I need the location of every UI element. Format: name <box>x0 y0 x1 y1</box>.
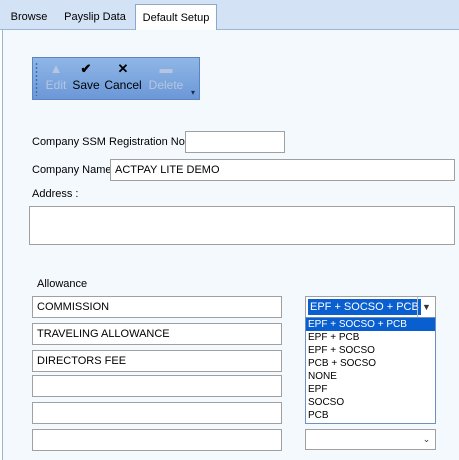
dropdown-option[interactable]: EPF <box>306 383 435 396</box>
save-button[interactable]: ✔ Save <box>71 60 101 98</box>
dropdown-option[interactable]: PCB <box>306 409 435 422</box>
delete-label: Delete <box>148 78 184 92</box>
toolbar: ▲ Edit ✔ Save ✕ Cancel ▬ Delete ▾ <box>32 57 200 100</box>
delete-button[interactable]: ▬ Delete <box>147 60 185 98</box>
toolbar-overflow-icon[interactable]: ▾ <box>188 88 198 98</box>
allowance-type-select[interactable]: ⌄ <box>305 429 436 450</box>
allowance-name-input[interactable]: DIRECTORS FEE <box>32 350 282 372</box>
edit-label: Edit <box>45 78 67 92</box>
dropdown-option[interactable]: PCB + SOCSO <box>306 357 435 370</box>
allowance-name-input[interactable] <box>32 429 282 451</box>
address-label: Address : <box>32 188 79 200</box>
dropdown-option[interactable]: NONE <box>306 370 435 383</box>
dropdown-option[interactable]: EPF + SOCSO <box>306 344 435 357</box>
cancel-button[interactable]: ✕ Cancel <box>104 60 142 98</box>
allowance-name-input[interactable]: TRAVELING ALLOWANCE <box>32 323 282 345</box>
allowance-type-select[interactable]: EPF + SOCSO + PCB ▼ <box>305 296 436 318</box>
allowance-type-value <box>308 432 312 448</box>
toolbar-grip[interactable] <box>35 62 38 96</box>
cancel-label: Cancel <box>104 78 142 92</box>
tab-payslip-data[interactable]: Payslip Data <box>58 6 132 30</box>
tab-bar: Browse Payslip Data Default Setup <box>0 0 459 31</box>
company-name-label: Company Name <box>32 164 112 176</box>
ssm-label: Company SSM Registration No. <box>32 136 188 148</box>
dropdown-option[interactable]: EPF + PCB <box>306 331 435 344</box>
tab-default-setup[interactable]: Default Setup <box>135 4 217 31</box>
allowance-type-value: EPF + SOCSO + PCB <box>308 299 421 315</box>
address-input[interactable] <box>29 206 455 245</box>
ssm-registration-input[interactable] <box>185 131 285 153</box>
dropdown-option[interactable]: EPF + SOCSO + PCB <box>306 318 435 331</box>
tab-browse[interactable]: Browse <box>4 6 54 30</box>
allowance-name-input[interactable] <box>32 402 282 424</box>
allowance-name-input[interactable] <box>32 375 282 397</box>
chevron-down-icon[interactable]: ▼ <box>417 297 435 317</box>
dropdown-option[interactable]: SOCSO <box>306 396 435 409</box>
company-name-input[interactable]: ACTPAY LITE DEMO <box>110 159 455 181</box>
minus-icon: ▬ <box>159 61 173 76</box>
allowance-title: Allowance <box>37 278 88 290</box>
close-icon: ✕ <box>117 61 129 76</box>
save-label: Save <box>72 78 100 92</box>
checkmark-icon: ✔ <box>80 61 92 76</box>
edit-button[interactable]: ▲ Edit <box>43 60 69 98</box>
allowance-type-dropdown: EPF + SOCSO + PCB EPF + PCB EPF + SOCSO … <box>305 317 436 424</box>
chevron-down-icon[interactable]: ⌄ <box>418 430 435 449</box>
allowance-name-input[interactable]: COMMISSION <box>32 296 282 318</box>
edit-icon: ▲ <box>49 61 63 76</box>
